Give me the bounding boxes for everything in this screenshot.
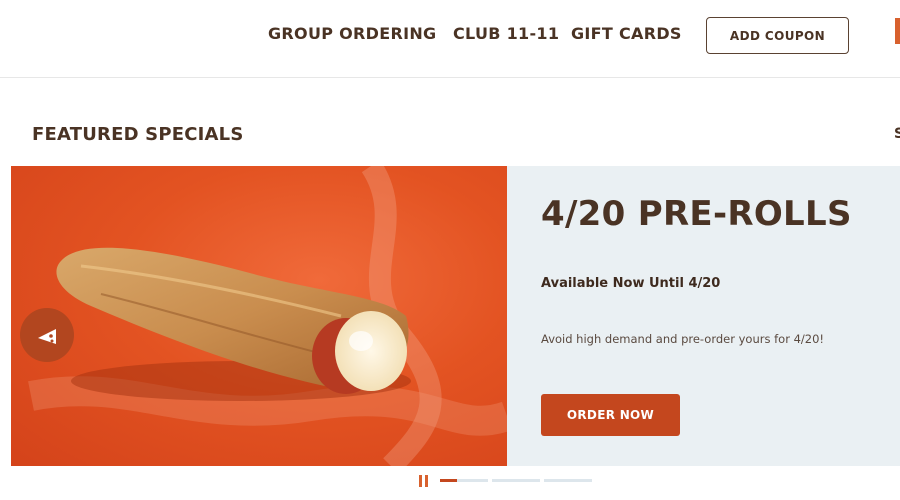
slide-description: Avoid high demand and pre-order yours fo… [541, 332, 825, 346]
pizza-roll-image [11, 166, 507, 466]
add-coupon-button[interactable]: ADD COUPON [706, 17, 849, 54]
top-header: GROUP ORDERING CLUB 11-11 GIFT CARDS ADD… [0, 0, 900, 78]
carousel-dot-1[interactable] [440, 479, 488, 482]
nav-club-11-11[interactable]: CLUB 11-11 [453, 24, 559, 43]
clipped-link-edge[interactable]: S [894, 126, 900, 142]
order-now-button[interactable]: ORDER NOW [541, 394, 680, 436]
slide-heading: 4/20 PRE-ROLLS [541, 194, 852, 234]
nav-group-ordering[interactable]: GROUP ORDERING [268, 24, 436, 43]
featured-specials-title: FEATURED SPECIALS [32, 124, 244, 145]
slide-subheading: Available Now Until 4/20 [541, 276, 721, 291]
carousel-dot-2[interactable] [492, 479, 540, 482]
carousel-pause-button[interactable] [419, 475, 429, 487]
carousel-dot-3[interactable] [544, 479, 592, 482]
pizza-roll-illustration [28, 166, 507, 466]
pizza-slice-icon [38, 329, 56, 344]
nav-gift-cards[interactable]: GIFT CARDS [571, 24, 682, 43]
carousel-prev-button[interactable] [20, 308, 74, 362]
cart-button-edge[interactable] [895, 18, 900, 44]
featured-slide: 4/20 PRE-ROLLS Available Now Until 4/20 … [11, 166, 900, 466]
slide-text-panel: 4/20 PRE-ROLLS Available Now Until 4/20 … [507, 166, 900, 466]
